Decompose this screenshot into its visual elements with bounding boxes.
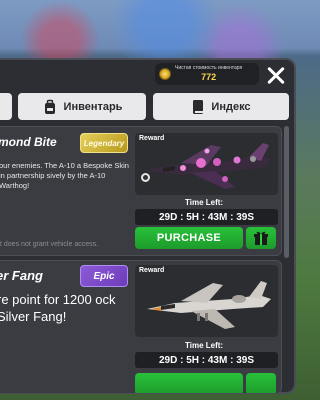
- purchase-button[interactable]: [135, 373, 243, 393]
- gift-button[interactable]: [246, 227, 276, 249]
- close-icon[interactable]: [263, 62, 289, 88]
- tab-inventory[interactable]: Инвентарь: [18, 93, 146, 120]
- gift-button[interactable]: [246, 373, 276, 393]
- countdown-timer: 29D : 5H : 43M : 39S: [135, 352, 278, 368]
- purchase-button[interactable]: PURCHASE: [135, 227, 243, 249]
- scrollbar[interactable]: [284, 126, 289, 258]
- inventory-value-label: Чистая стоимость инвентаря: [175, 65, 243, 71]
- book-icon: [193, 99, 204, 114]
- time-left-label: Time Left:: [185, 198, 224, 207]
- tab-inventory-label: Инвентарь: [63, 100, 123, 113]
- offer-note: t does not grant vehicle access.: [0, 241, 99, 248]
- coin-badge-icon: [159, 68, 171, 80]
- tab-index-label: Индекс: [211, 100, 251, 113]
- offer-description: re point for 1200 ock Silver Fang!: [0, 292, 116, 324]
- tab-index[interactable]: Индекс: [153, 93, 289, 120]
- countdown-timer: 29D : 5H : 43M : 39S: [135, 209, 278, 225]
- reward-preview: Reward: [135, 133, 278, 195]
- offer-card: er Fang Epic re point for 1200 ock Silve…: [0, 260, 282, 394]
- inventory-value-box: Чистая стоимость инвентаря 772: [155, 63, 259, 85]
- skin-badge-icon: [141, 173, 150, 182]
- offer-card: mond Bite Legendary our enemies. The A-1…: [0, 126, 282, 256]
- gift-icon: [254, 231, 268, 245]
- rarity-badge-legendary: Legendary: [80, 133, 128, 153]
- inventory-value-amount: 772: [201, 72, 217, 82]
- tab-previous[interactable]: [0, 93, 12, 120]
- backpack-icon: [44, 99, 55, 114]
- offer-description: our enemies. The A-10 a Bespoke Skin in …: [0, 161, 129, 190]
- offer-title: er Fang: [0, 268, 43, 283]
- time-left-label: Time Left:: [185, 341, 224, 350]
- rarity-badge-epic: Epic: [80, 265, 128, 287]
- offer-title: mond Bite: [0, 135, 57, 149]
- plane-skin-image: [145, 143, 271, 189]
- reward-preview: Reward: [135, 265, 278, 337]
- plane-skin-image: [147, 281, 271, 329]
